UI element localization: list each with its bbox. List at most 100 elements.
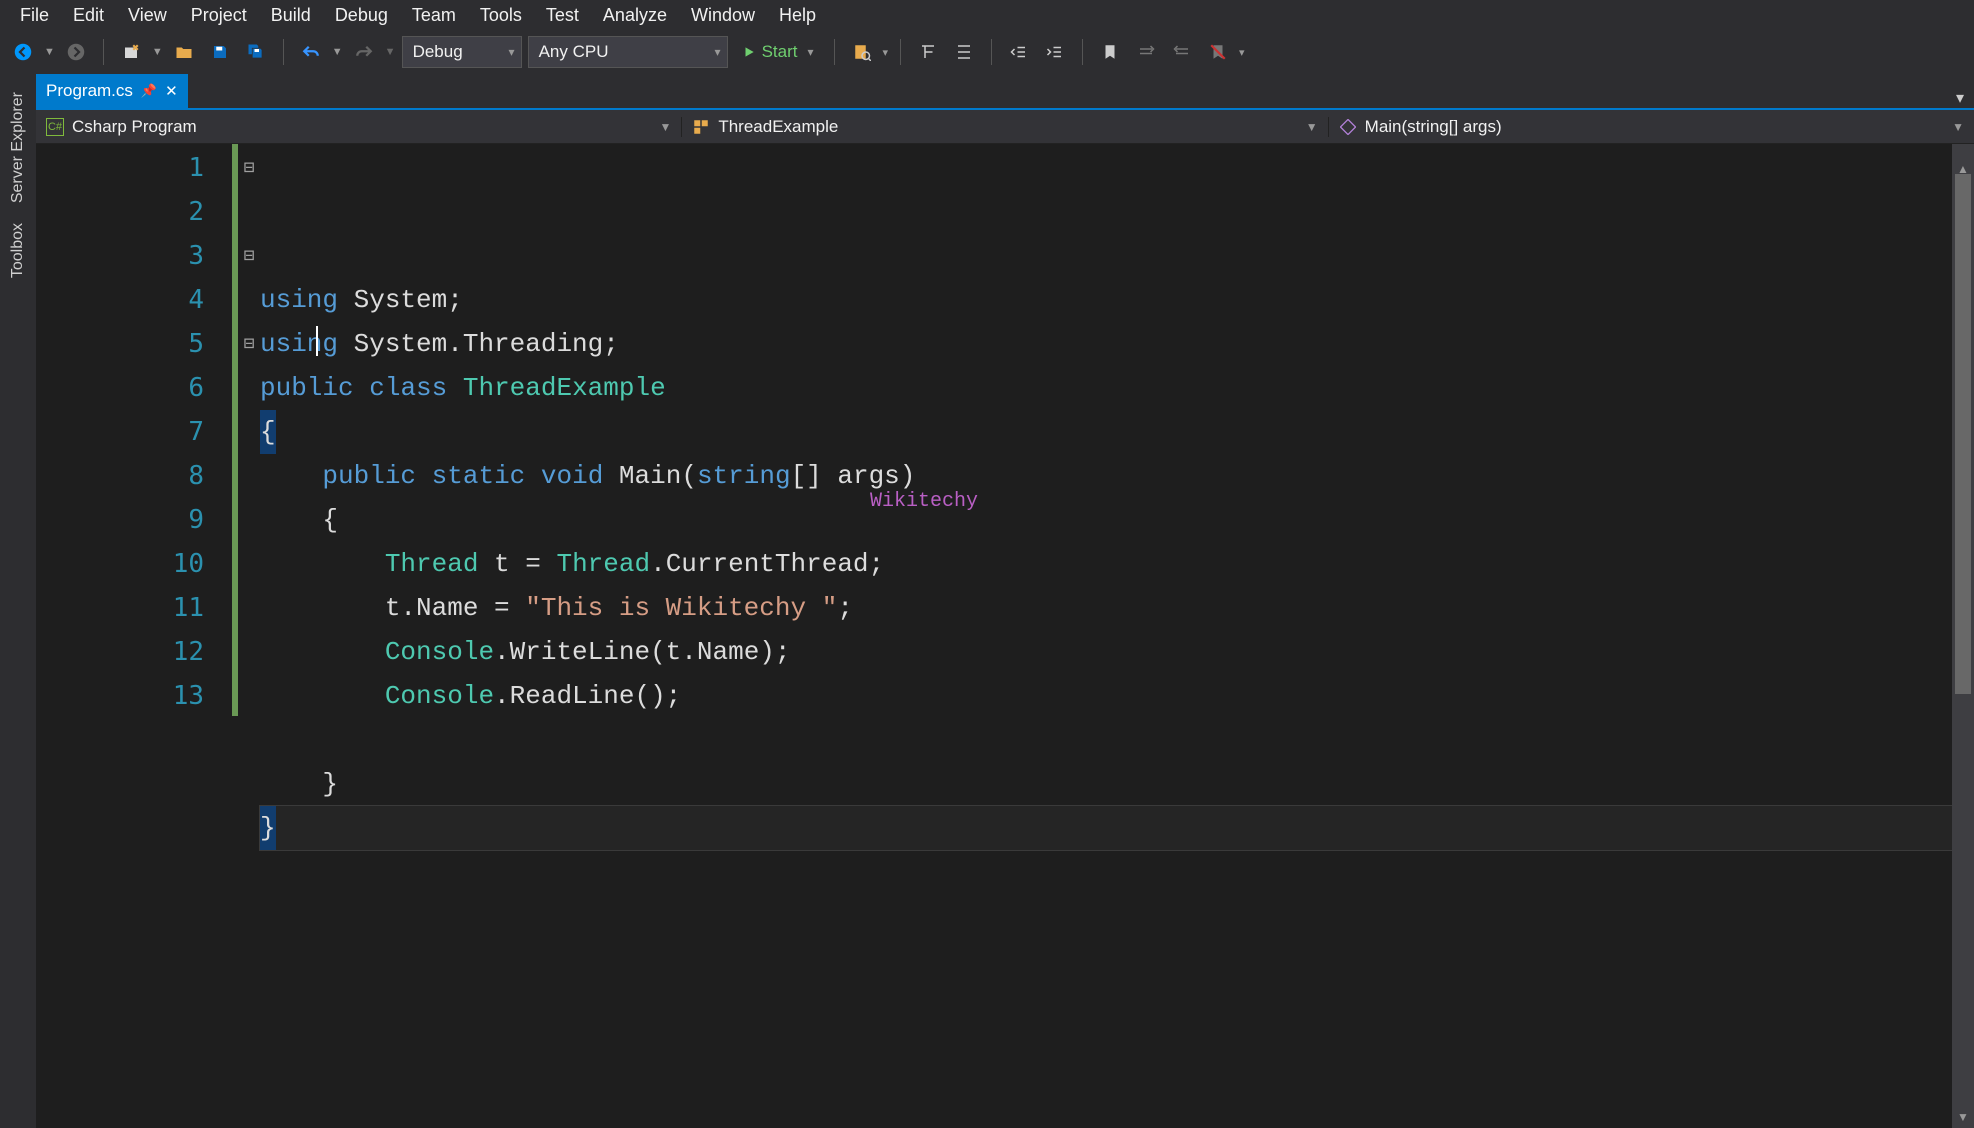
line-number: 7 xyxy=(92,410,204,454)
chevron-down-icon[interactable]: ▾ xyxy=(1239,46,1245,59)
class-icon xyxy=(692,118,710,136)
line-number: 5 xyxy=(92,322,204,366)
chevron-down-icon: ▼ xyxy=(659,120,671,134)
line-number: 11 xyxy=(92,586,204,630)
code-line[interactable]: using System.Threading; xyxy=(260,322,1974,366)
chevron-down-icon[interactable]: ▼ xyxy=(332,46,343,58)
toolbox-tab[interactable]: Toolbox xyxy=(9,223,27,278)
vertical-scrollbar[interactable]: ▲ ▼ xyxy=(1952,144,1974,1128)
editor-margin xyxy=(36,144,92,1128)
server-explorer-tab[interactable]: Server Explorer xyxy=(9,92,27,203)
start-debug-button[interactable]: Start xyxy=(734,36,822,68)
chevron-down-icon[interactable]: ▼ xyxy=(44,46,55,58)
left-tool-rail: Server Explorer Toolbox xyxy=(0,74,36,1128)
code-line[interactable]: Console.WriteLine(t.Name); xyxy=(260,630,1974,674)
fold-toggle-icon[interactable]: ⊟ xyxy=(238,146,260,190)
line-number: 4 xyxy=(92,278,204,322)
code-navigation-bar: C# Csharp Program ▼ ThreadExample ▼ Main… xyxy=(36,110,1974,144)
scroll-down-icon[interactable]: ▼ xyxy=(1952,1106,1974,1128)
code-line[interactable]: } xyxy=(260,762,1974,806)
document-tabstrip: Program.cs 📌 ✕ ▾ xyxy=(36,74,1974,110)
platform-dropdown[interactable]: Any CPU xyxy=(528,36,728,68)
nav-member-dropdown[interactable]: Main(string[] args) ▼ xyxy=(1329,117,1974,137)
editor-zone: Program.cs 📌 ✕ ▾ C# Csharp Program ▼ Thr… xyxy=(36,74,1974,1128)
new-project-button[interactable] xyxy=(116,37,146,67)
pin-icon[interactable]: 📌 xyxy=(141,83,157,99)
document-tab-title: Program.cs xyxy=(46,81,133,101)
nav-project-label: Csharp Program xyxy=(72,117,197,137)
line-number: 6 xyxy=(92,366,204,410)
menu-file[interactable]: File xyxy=(8,5,61,26)
step-into-icon[interactable] xyxy=(913,37,943,67)
menu-analyze[interactable]: Analyze xyxy=(591,5,679,26)
fold-guide xyxy=(238,190,260,234)
code-line[interactable]: public class ThreadExample xyxy=(260,366,1974,410)
code-line[interactable] xyxy=(260,718,1974,762)
code-line[interactable]: Console.ReadLine(); xyxy=(260,674,1974,718)
chevron-down-icon[interactable]: ▼ xyxy=(152,46,163,58)
code-line[interactable]: } xyxy=(260,806,1974,850)
fold-guide xyxy=(238,278,260,322)
bookmark-button[interactable] xyxy=(1095,37,1125,67)
line-number: 2 xyxy=(92,190,204,234)
find-in-files-button[interactable] xyxy=(847,37,877,67)
menu-window[interactable]: Window xyxy=(679,5,767,26)
menu-team[interactable]: Team xyxy=(400,5,468,26)
menu-bar: File Edit View Project Build Debug Team … xyxy=(0,0,1974,30)
menu-debug[interactable]: Debug xyxy=(323,5,400,26)
config-dropdown[interactable]: Debug xyxy=(402,36,522,68)
menu-build[interactable]: Build xyxy=(259,5,323,26)
open-file-button[interactable] xyxy=(169,37,199,67)
nav-forward-button[interactable] xyxy=(61,37,91,67)
tab-overflow-icon[interactable]: ▾ xyxy=(1946,88,1974,108)
save-button[interactable] xyxy=(205,37,235,67)
fold-guide xyxy=(238,630,260,674)
menu-test[interactable]: Test xyxy=(534,5,591,26)
nav-back-button[interactable] xyxy=(8,37,38,67)
fold-guide xyxy=(238,366,260,410)
fold-guide xyxy=(238,586,260,630)
fold-guide xyxy=(238,410,260,454)
code-line[interactable]: public static void Main(string[] args) xyxy=(260,454,1974,498)
code-line[interactable]: t.Name = "This is Wikitechy "; xyxy=(260,586,1974,630)
clear-bookmarks-button[interactable] xyxy=(1203,37,1233,67)
fold-toggle-icon[interactable]: ⊟ xyxy=(238,234,260,278)
code-text-area[interactable]: Wikitechy using System;using System.Thre… xyxy=(260,144,1974,1128)
fold-gutter[interactable]: ⊟ ⊟ ⊟ xyxy=(238,144,260,1128)
code-line[interactable]: { xyxy=(260,498,1974,542)
code-editor[interactable]: 12345678910111213 ⊟⊟⊟ Wikitechy using Sy… xyxy=(36,144,1974,1128)
comment-button[interactable] xyxy=(1131,37,1161,67)
scrollbar-thumb[interactable] xyxy=(1955,174,1971,694)
nav-project-dropdown[interactable]: C# Csharp Program ▼ xyxy=(36,117,682,137)
chevron-down-icon: ▼ xyxy=(1306,120,1318,134)
indent-button[interactable] xyxy=(1040,37,1070,67)
chevron-down-icon[interactable]: ▼ xyxy=(385,46,396,58)
save-all-button[interactable] xyxy=(241,37,271,67)
step-over-icon[interactable] xyxy=(949,37,979,67)
undo-button[interactable] xyxy=(296,37,326,67)
menu-tools[interactable]: Tools xyxy=(468,5,534,26)
code-line[interactable]: using System; xyxy=(260,278,1974,322)
nav-type-dropdown[interactable]: ThreadExample ▼ xyxy=(682,117,1328,137)
document-tab-program[interactable]: Program.cs 📌 ✕ xyxy=(36,74,188,108)
line-number: 9 xyxy=(92,498,204,542)
method-icon xyxy=(1339,118,1357,136)
menu-help[interactable]: Help xyxy=(767,5,828,26)
uncomment-button[interactable] xyxy=(1167,37,1197,67)
change-indicator xyxy=(232,144,238,716)
code-line[interactable]: { xyxy=(260,410,1974,454)
menu-project[interactable]: Project xyxy=(179,5,259,26)
fold-toggle-icon[interactable]: ⊟ xyxy=(238,322,260,366)
redo-button[interactable] xyxy=(349,37,379,67)
menu-view[interactable]: View xyxy=(116,5,179,26)
outdent-button[interactable] xyxy=(1004,37,1034,67)
menu-edit[interactable]: Edit xyxy=(61,5,116,26)
fold-guide xyxy=(238,674,260,718)
close-icon[interactable]: ✕ xyxy=(165,82,178,100)
chevron-down-icon[interactable]: ▾ xyxy=(883,46,889,59)
line-number: 13 xyxy=(92,674,204,718)
line-number: 10 xyxy=(92,542,204,586)
csharp-project-icon: C# xyxy=(46,118,64,136)
line-number: 1 xyxy=(92,146,204,190)
code-line[interactable]: Thread t = Thread.CurrentThread; xyxy=(260,542,1974,586)
